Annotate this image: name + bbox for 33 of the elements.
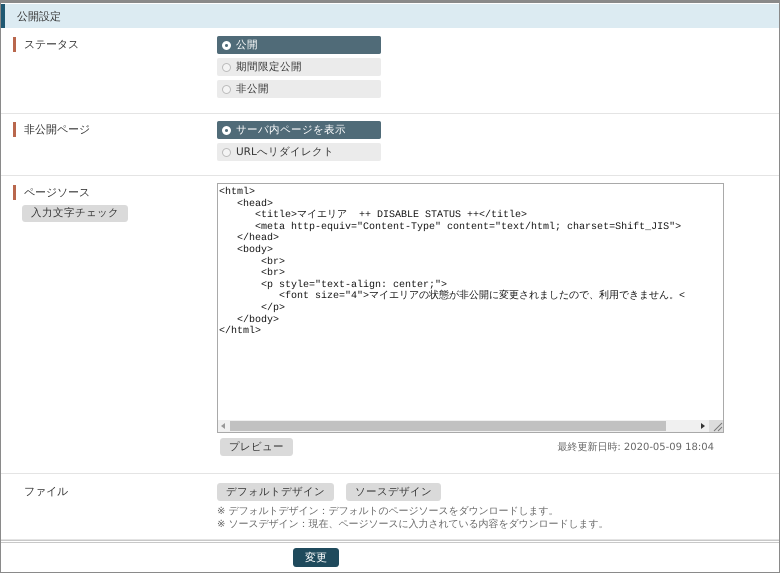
- radio-option[interactable]: 非公開: [217, 80, 381, 98]
- horizontal-scrollbar[interactable]: [218, 420, 723, 432]
- section-header: 公開設定: [1, 4, 779, 28]
- code-line: <font size="4">マイエリアの状態が非公開に変更されましたので、利用できません。<: [278, 291, 686, 302]
- code-line: <body>: [236, 244, 274, 256]
- radio-option[interactable]: 公開: [217, 36, 381, 54]
- code-line: <title>マイエリア ++ DISABLE STATUS ++</title>: [254, 210, 528, 222]
- code-line: <br>: [260, 256, 286, 268]
- code-line: <html>: [219, 187, 256, 198]
- download-button[interactable]: デフォルトデザイン: [217, 483, 334, 501]
- code-line: <br>: [260, 268, 286, 280]
- preview-button[interactable]: プレビュー: [220, 438, 293, 456]
- field-label: ファイル: [23, 484, 68, 499]
- code-line: </p>: [260, 302, 286, 314]
- field-label: ページソース: [13, 185, 90, 200]
- code-line: <head>: [236, 198, 274, 210]
- field-label: ステータス: [13, 37, 79, 52]
- last-updated-text: 最終更新日時: 2020-05-09 18:04: [557, 440, 715, 454]
- code-line: </head>: [236, 233, 280, 244]
- code-line: </html>: [219, 326, 262, 338]
- download-button[interactable]: ソースデザイン: [346, 483, 441, 501]
- code-line: <p style="text-align: center;">: [260, 280, 448, 291]
- code-line: <meta http-equiv="Content-Type" content="text/html; charset=Shift_JIS">: [255, 222, 682, 233]
- radio-option[interactable]: 期間限定公開: [217, 58, 381, 76]
- note-text: ※ ソースデザイン：現在、ページソースに入力されている内容をダウンロードします。: [217, 518, 609, 531]
- radio-option[interactable]: URLへリダイレクト: [217, 143, 381, 161]
- field-label: 非公開ページ: [13, 122, 90, 137]
- radio-option[interactable]: サーバ内ページを表示: [217, 121, 381, 139]
- code-line: </body>: [237, 314, 280, 326]
- note-text: ※ デフォルトデザイン：デフォルトのページソースをダウンロードします。: [217, 505, 559, 518]
- submit-button[interactable]: 変更: [293, 548, 339, 567]
- resize-grip-icon[interactable]: [709, 420, 723, 432]
- check-button[interactable]: 入力文字チェック: [22, 205, 128, 222]
